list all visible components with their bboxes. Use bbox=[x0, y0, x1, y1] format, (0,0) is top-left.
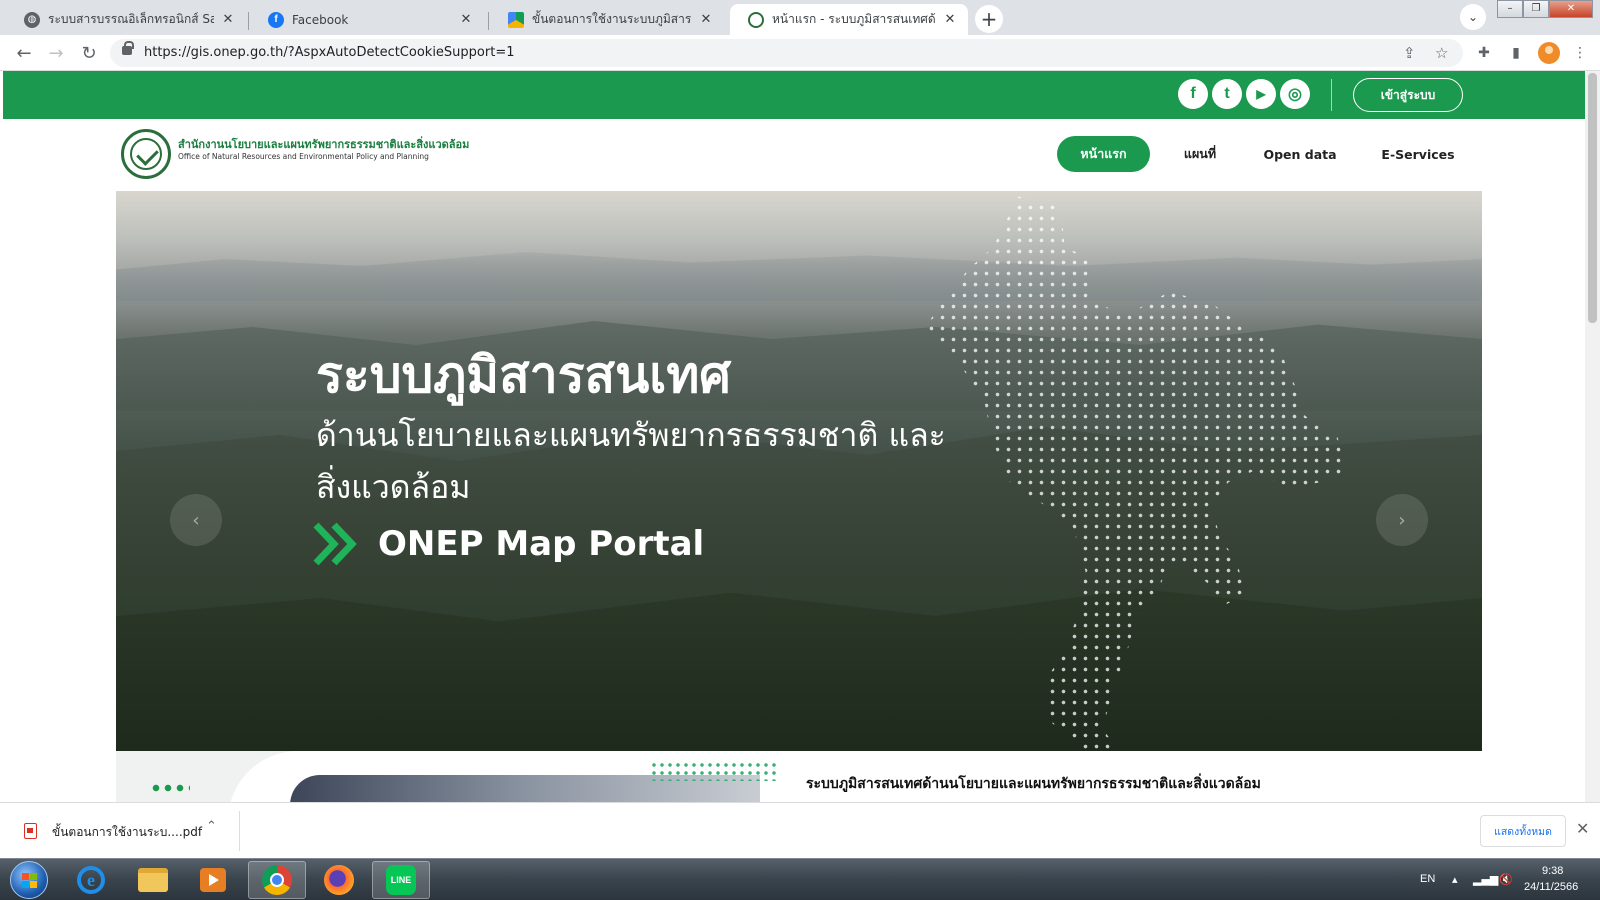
tab-title: ระบบสารบรรณอิเล็กทรอนิกส์ Saraban bbox=[48, 12, 214, 26]
minimize-button[interactable]: – bbox=[1497, 0, 1523, 18]
clock-time[interactable]: 9:38 bbox=[1542, 865, 1563, 877]
org-name-thai: สำนักงานนโยบายและแผนทรัพยากรธรรมชาติและส… bbox=[178, 138, 470, 151]
mountain-layer bbox=[116, 252, 1482, 301]
window-controls: – ❐ ✕ bbox=[1497, 0, 1593, 20]
taskbar-chrome[interactable] bbox=[248, 861, 306, 899]
nav-map[interactable]: แผนที่ bbox=[1170, 136, 1230, 172]
folder-icon bbox=[138, 868, 168, 892]
org-name-english: Office of Natural Resources and Environm… bbox=[178, 152, 429, 161]
extensions-icon[interactable]: ✚ bbox=[1474, 43, 1494, 63]
close-tab-icon[interactable]: ✕ bbox=[942, 12, 958, 27]
browser-tab-drive[interactable]: ขั้นตอนการใช้งานระบบภูมิสารสนเทศด้ ✕ bbox=[490, 4, 724, 35]
onep-logo-icon bbox=[748, 11, 764, 28]
login-button[interactable]: เข้าสู่ระบบ bbox=[1353, 78, 1463, 112]
carousel-indicator[interactable] bbox=[150, 783, 190, 793]
forest-layer bbox=[116, 589, 1482, 751]
google-drive-icon bbox=[508, 11, 524, 28]
download-bar: ขั้นตอนการใช้งานระบ....pdf ⌃ แสดงทั้งหมด… bbox=[0, 802, 1600, 858]
facebook-icon[interactable]: f bbox=[1178, 79, 1208, 109]
pdf-file-icon bbox=[24, 823, 37, 839]
start-button[interactable] bbox=[10, 861, 48, 899]
nav-open-data[interactable]: Open data bbox=[1258, 136, 1342, 172]
hero-banner: ระบบภูมิสารสนเทศ ด้านนโยบายและแผนทรัพยาก… bbox=[116, 191, 1482, 751]
hero-title: ระบบภูมิสารสนเทศ bbox=[316, 346, 732, 404]
download-filename[interactable]: ขั้นตอนการใช้งานระบ....pdf bbox=[52, 823, 202, 842]
taskbar-firefox[interactable] bbox=[310, 861, 368, 899]
menu-kebab-icon[interactable]: ⋮ bbox=[1570, 43, 1590, 63]
side-panel-icon[interactable]: ▮ bbox=[1506, 43, 1526, 63]
onep-logo[interactable] bbox=[121, 129, 171, 179]
close-tab-icon[interactable]: ✕ bbox=[458, 12, 474, 27]
taskbar-internet-explorer[interactable]: e bbox=[62, 861, 120, 899]
site-top-bar: f t ▶ ◎ เข้าสู่ระบบ bbox=[3, 71, 1593, 119]
browser-tab-facebook[interactable]: f Facebook ✕ bbox=[250, 4, 484, 35]
network-icon[interactable]: ▂▄▆ bbox=[1473, 873, 1498, 886]
nav-home[interactable]: หน้าแรก bbox=[1057, 136, 1150, 172]
portal-name: ONEP Map Portal bbox=[378, 524, 705, 564]
nav-e-services[interactable]: E-Services bbox=[1372, 136, 1464, 172]
firefox-icon bbox=[324, 865, 354, 895]
bookmark-star-icon[interactable]: ☆ bbox=[1435, 44, 1448, 62]
new-tab-button[interactable]: + bbox=[975, 5, 1003, 33]
chevron-up-icon[interactable]: ⌃ bbox=[206, 819, 217, 834]
scrollbar-thumb[interactable] bbox=[1588, 73, 1597, 323]
logo-emblem bbox=[130, 138, 162, 170]
instagram-icon[interactable]: ◎ bbox=[1280, 79, 1310, 109]
browser-tab-active[interactable]: หน้าแรก - ระบบภูมิสารสนเทศด้านนโย ✕ bbox=[730, 4, 968, 35]
tab-separator bbox=[488, 12, 489, 30]
close-tab-icon[interactable]: ✕ bbox=[220, 12, 236, 27]
divider bbox=[1331, 79, 1332, 111]
carousel-prev-button[interactable]: ‹ bbox=[170, 494, 222, 546]
volume-muted-icon[interactable]: 🔇 bbox=[1499, 873, 1513, 886]
tab-search-button[interactable]: ⌄ bbox=[1460, 4, 1486, 30]
clock-date[interactable]: 24/11/2566 bbox=[1524, 881, 1578, 893]
browser-toolbar: ← → ↻ https://gis.onep.go.th/?AspxAutoDe… bbox=[0, 35, 1600, 71]
media-player-icon bbox=[200, 868, 226, 892]
tab-title: ขั้นตอนการใช้งานระบบภูมิสารสนเทศด้ bbox=[532, 12, 692, 26]
back-button[interactable]: ← bbox=[12, 41, 36, 65]
lock-icon[interactable] bbox=[122, 41, 134, 55]
tray-expand-icon[interactable]: ▴ bbox=[1452, 873, 1458, 886]
taskbar-file-explorer[interactable] bbox=[124, 861, 182, 899]
window-close-button[interactable]: ✕ bbox=[1549, 0, 1593, 18]
forward-button[interactable]: → bbox=[44, 41, 68, 65]
taskbar-line[interactable]: LINE bbox=[372, 861, 430, 899]
url-text[interactable]: https://gis.onep.go.th/?AspxAutoDetectCo… bbox=[144, 45, 515, 60]
site-header: สำนักงานนโยบายและแผนทรัพยากรธรรมชาติและส… bbox=[0, 119, 1600, 189]
dot-decoration bbox=[650, 761, 780, 781]
page-scrollbar[interactable] bbox=[1585, 71, 1600, 802]
close-icon[interactable]: ✕ bbox=[1576, 819, 1589, 838]
language-indicator[interactable]: EN bbox=[1420, 873, 1435, 885]
double-chevron-icon bbox=[313, 522, 357, 566]
line-app-icon: LINE bbox=[386, 865, 416, 895]
browser-tab-strip: ◍ ระบบสารบรรณอิเล็กทรอนิกส์ Saraban ✕ f … bbox=[0, 0, 1600, 35]
facebook-icon: f bbox=[268, 11, 284, 28]
twitter-icon[interactable]: t bbox=[1212, 79, 1242, 109]
tab-separator bbox=[248, 12, 249, 30]
tab-title: หน้าแรก - ระบบภูมิสารสนเทศด้านนโย bbox=[772, 12, 936, 26]
youtube-icon[interactable]: ▶ bbox=[1246, 79, 1276, 109]
globe-icon: ◍ bbox=[24, 11, 40, 28]
internet-explorer-icon: e bbox=[77, 866, 105, 894]
address-bar[interactable]: https://gis.onep.go.th/?AspxAutoDetectCo… bbox=[110, 39, 1463, 67]
divider bbox=[239, 811, 240, 851]
show-all-button[interactable]: แสดงทั้งหมด bbox=[1480, 815, 1566, 847]
close-tab-icon[interactable]: ✕ bbox=[698, 12, 714, 27]
browser-tab-saraban[interactable]: ◍ ระบบสารบรรณอิเล็กทรอนิกส์ Saraban ✕ bbox=[6, 4, 246, 35]
maximize-button[interactable]: ❐ bbox=[1523, 0, 1549, 18]
profile-avatar[interactable] bbox=[1538, 42, 1560, 64]
taskbar-media-player[interactable] bbox=[184, 861, 242, 899]
share-icon[interactable]: ⇪ bbox=[1403, 44, 1416, 62]
chrome-icon bbox=[262, 865, 292, 895]
tab-title: Facebook bbox=[292, 12, 349, 27]
windows-taskbar: e LINE EN ▴ ▂▄▆ 🔇 9:38 24/11/2566 bbox=[0, 858, 1600, 900]
carousel-next-button[interactable]: › bbox=[1376, 494, 1428, 546]
section-title: ระบบภูมิสารสนเทศด้านนโยบายและแผนทรัพยากร… bbox=[806, 776, 1261, 792]
web-page: f t ▶ ◎ เข้าสู่ระบบ สำนักงานนโยบายและแผน… bbox=[0, 71, 1600, 802]
reload-button[interactable]: ↻ bbox=[77, 41, 101, 65]
hero-subtitle: ด้านนโยบายและแผนทรัพยากรธรรมชาติ และสิ่ง… bbox=[316, 416, 946, 506]
